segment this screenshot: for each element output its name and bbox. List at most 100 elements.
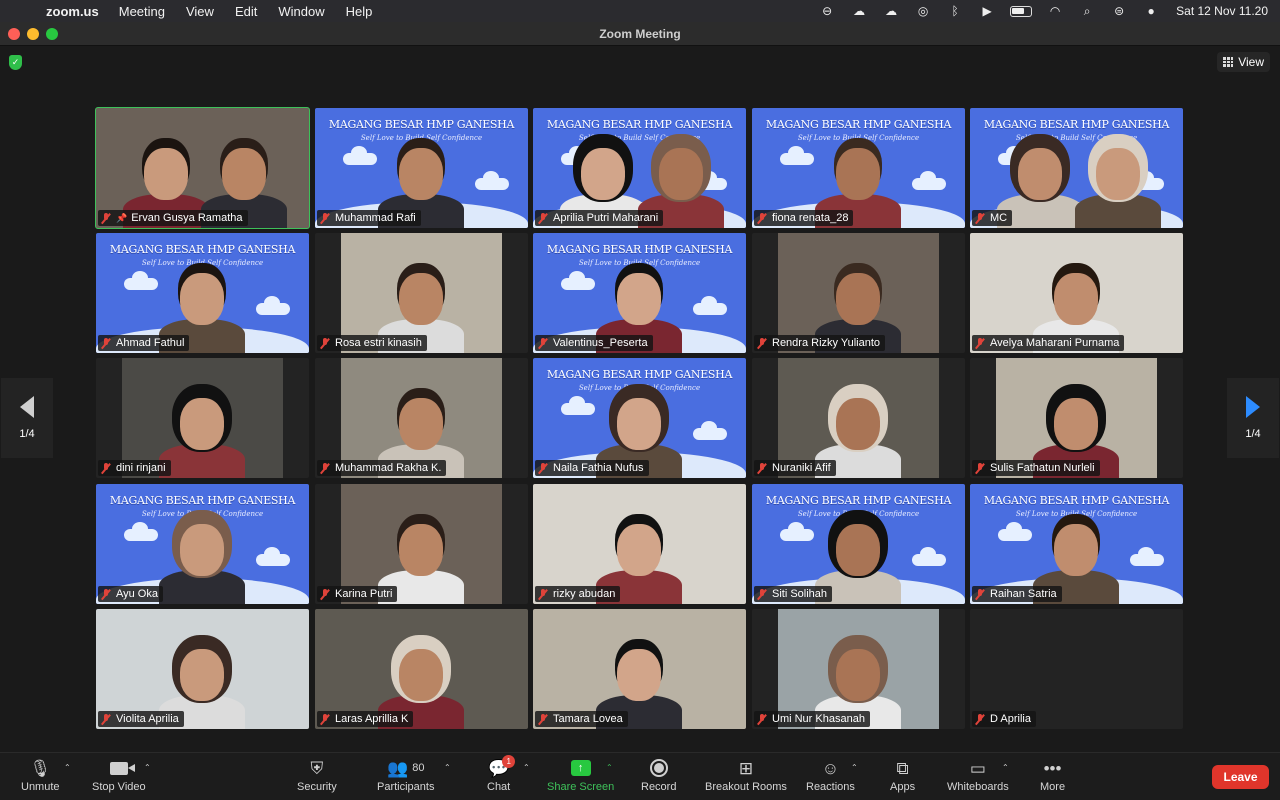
participant-tile[interactable]: Sulis Fathatun Nurleli (970, 358, 1183, 478)
participant-name-tag: Tamara Lovea (535, 711, 628, 727)
menu-window[interactable]: Window (278, 4, 324, 19)
participant-tile[interactable]: Rendra Rizky Yulianto (752, 233, 965, 353)
participant-tile[interactable]: MAGANG BESAR HMP GANESHA Self Love to Bui… (533, 358, 746, 478)
participant-name: Aprilia Putri Maharani (553, 212, 659, 224)
audio-options-chevron-icon[interactable]: ⌃ (64, 763, 71, 772)
muted-microphone-icon (757, 588, 767, 600)
reactions-button[interactable]: ☺ Reactions (806, 757, 855, 794)
stop-video-button[interactable]: Stop Video (92, 757, 146, 793)
participant-tile[interactable]: 📌 Ervan Gusya Ramatha (95, 107, 310, 229)
more-button[interactable]: ••• More (1040, 757, 1065, 794)
participant-tile[interactable]: Nuraniki Afif (752, 358, 965, 478)
participant-name: MC (990, 212, 1008, 224)
reactions-chevron-icon[interactable]: ⌃ (851, 763, 858, 772)
participant-tile[interactable]: D Aprilia (970, 609, 1183, 729)
muted-microphone-icon (101, 337, 111, 349)
muted-microphone-icon (101, 588, 111, 600)
video-camera-icon (109, 761, 135, 775)
participant-tile[interactable]: Tamara Lovea (533, 609, 746, 729)
participant-name-tag: dini rinjani (98, 460, 171, 476)
cloud-decoration (912, 547, 946, 566)
participant-tile[interactable]: MAGANG BESAR HMP GANESHA Self Love to Bui… (970, 108, 1183, 228)
menu-view[interactable]: View (186, 4, 214, 19)
participant-tile[interactable]: Umi Nur Khasanah (752, 609, 965, 729)
breakout-rooms-button[interactable]: ⊞ Breakout Rooms (705, 757, 787, 794)
video-options-chevron-icon[interactable]: ⌃ (144, 763, 151, 772)
whiteboards-chevron-icon[interactable]: ⌃ (1002, 763, 1009, 772)
cloud-icon[interactable]: ☁ (850, 4, 868, 18)
play-circle-icon[interactable]: ▶ (978, 4, 996, 18)
cloud-decoration (256, 296, 290, 315)
minimize-window-button[interactable] (27, 28, 39, 40)
chat-button[interactable]: 💬 1 Chat (487, 755, 516, 793)
record-button[interactable]: Record (641, 757, 676, 793)
cloud-decoration (124, 522, 158, 541)
muted-microphone-icon (975, 713, 985, 725)
cloud-decoration (561, 271, 595, 290)
chat-chevron-icon[interactable]: ⌃ (523, 763, 530, 772)
minus-circle-icon[interactable]: ⊖ (818, 4, 836, 18)
participant-tile[interactable]: MAGANG BESAR HMP GANESHA Self Love to Bui… (96, 233, 309, 353)
participant-name: Sulis Fathatun Nurleli (990, 462, 1095, 474)
unmute-button[interactable]: 🎙 Unmute (21, 757, 60, 794)
muted-microphone-icon (101, 713, 111, 725)
apps-button[interactable]: ⧉ Apps (890, 757, 915, 794)
menu-help[interactable]: Help (346, 4, 373, 19)
participant-name-tag: Avelya Maharani Purnama (972, 335, 1125, 351)
participant-tile[interactable]: MAGANG BESAR HMP GANESHA Self Love to Bui… (752, 108, 965, 228)
cloud-decoration (693, 421, 727, 440)
fullscreen-window-button[interactable] (46, 28, 58, 40)
participants-button[interactable]: 👥 80 Participants (377, 757, 434, 794)
participant-tile[interactable]: Muhammad Rakha K. (315, 358, 528, 478)
next-page-button[interactable]: 1/4 (1227, 378, 1279, 458)
participant-name-tag: Laras Aprillia K (317, 711, 414, 727)
meeting-stage: ✓ View 1/4 1/4 📌 Ervan Gusya Ramatha MAGAN… (0, 47, 1280, 752)
participant-tile[interactable]: Karina Putri (315, 484, 528, 604)
previous-page-button[interactable]: 1/4 (1, 378, 53, 458)
participant-tile[interactable]: Rosa estri kinasih (315, 233, 528, 353)
bluetooth-icon[interactable]: ᛒ (946, 4, 964, 18)
participant-tile[interactable]: Violita Aprilia (96, 609, 309, 729)
cloud-decoration (256, 547, 290, 566)
participant-tile[interactable]: MAGANG BESAR HMP GANESHA Self Love to Bui… (970, 484, 1183, 604)
participant-name-tag: Umi Nur Khasanah (754, 711, 870, 727)
wifi-icon[interactable]: ◠ (1046, 4, 1064, 18)
spotlight-search-icon[interactable]: ⌕ (1078, 4, 1096, 18)
participant-tile[interactable]: dini rinjani (96, 358, 309, 478)
menu-edit[interactable]: Edit (235, 4, 257, 19)
cloud-outline-icon[interactable]: ☁ (882, 4, 900, 18)
participant-tile[interactable]: Avelya Maharani Purnama (970, 233, 1183, 353)
security-button[interactable]: ⛨ Security (297, 757, 337, 794)
participant-tile[interactable]: MAGANG BESAR HMP GANESHA Self Love to Bui… (533, 233, 746, 353)
siri-icon[interactable]: ● (1142, 4, 1160, 18)
record-icon (649, 759, 668, 777)
participant-name: Valentinus_Peserta (553, 337, 648, 349)
view-button[interactable]: View (1217, 52, 1270, 72)
participants-chevron-icon[interactable]: ⌃ (444, 763, 451, 772)
participant-name-tag: Nuraniki Afif (754, 460, 836, 476)
menu-meeting[interactable]: Meeting (119, 4, 165, 19)
menu-app-name[interactable]: zoom.us (46, 4, 99, 19)
participant-name-tag: Raihan Satria (972, 586, 1062, 602)
leave-button[interactable]: Leave (1212, 765, 1269, 789)
breakout-rooms-icon: ⊞ (738, 758, 754, 778)
battery-icon[interactable] (1010, 5, 1033, 17)
participant-tile[interactable]: rizky abudan (533, 484, 746, 604)
control-center-icon[interactable]: ⊜ (1110, 4, 1128, 18)
menu-clock[interactable]: Sat 12 Nov 11.20 (1176, 4, 1268, 18)
participant-name-tag: Ahmad Fathul (98, 335, 190, 351)
participant-tile[interactable]: Laras Aprillia K (315, 609, 528, 729)
airdrop-icon[interactable]: ◎ (914, 4, 932, 18)
share-chevron-icon[interactable]: ⌃ (606, 763, 613, 772)
close-window-button[interactable] (8, 28, 20, 40)
share-screen-button[interactable]: ↑ Share Screen (547, 757, 614, 793)
participant-tile[interactable]: MAGANG BESAR HMP GANESHA Self Love to Bui… (96, 484, 309, 604)
participant-tile[interactable]: MAGANG BESAR HMP GANESHA Self Love to Bui… (752, 484, 965, 604)
participant-name: Rendra Rizky Yulianto (772, 337, 881, 349)
participant-tile[interactable]: MAGANG BESAR HMP GANESHA Self Love to Bui… (315, 108, 528, 228)
encryption-shield-icon[interactable]: ✓ (9, 55, 22, 70)
muted-microphone-icon (538, 212, 548, 224)
whiteboards-button[interactable]: ▭ Whiteboards (947, 757, 1009, 794)
participant-tile[interactable]: MAGANG BESAR HMP GANESHA Self Love to Bui… (533, 108, 746, 228)
participant-name-tag: Naila Fathia Nufus (535, 460, 649, 476)
